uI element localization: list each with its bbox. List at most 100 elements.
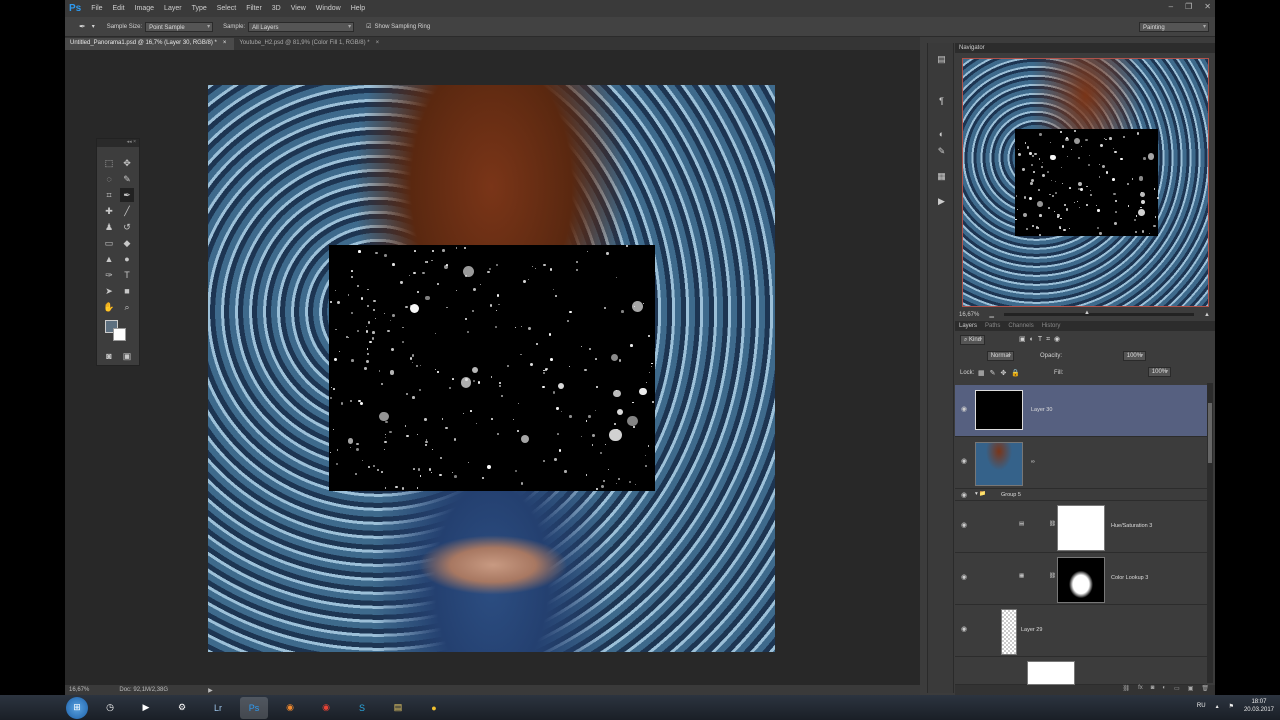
tab-channels[interactable]: Channels xyxy=(1008,323,1033,329)
taskbar-explorer-icon[interactable]: ▤ xyxy=(384,697,412,719)
visibility-eye-icon[interactable]: ◉ xyxy=(961,457,967,465)
actions-panel-icon[interactable]: ▶ xyxy=(935,195,948,208)
sample-select[interactable]: All Layers xyxy=(248,21,355,32)
navigator-thumbnail[interactable] xyxy=(962,58,1209,307)
menu-window[interactable]: Window xyxy=(316,5,341,12)
blend-mode-select[interactable]: Normal xyxy=(986,351,1015,361)
visibility-eye-icon[interactable]: ◉ xyxy=(961,573,967,581)
zoom-readout[interactable]: 16,67% xyxy=(69,687,89,693)
tray-arrow-icon[interactable]: ▴ xyxy=(1216,703,1219,710)
crop-tool-icon[interactable]: ⌗ xyxy=(102,188,116,202)
adjustments-panel-icon[interactable]: ◐ xyxy=(935,128,948,141)
group-expand-icon[interactable]: ▾ 📁 xyxy=(975,491,986,497)
scrollbar-thumb[interactable] xyxy=(1208,403,1212,463)
restore-icon[interactable]: ❐ xyxy=(1185,2,1192,11)
filter-kind-select[interactable]: ⌕ Kind xyxy=(960,335,986,345)
tab-panorama[interactable]: Untitled_Panorama1.psd @ 16,7% (Layer 30… xyxy=(65,38,235,50)
eraser-tool-icon[interactable]: ▭ xyxy=(102,236,116,250)
visibility-eye-icon[interactable]: ◉ xyxy=(961,405,967,413)
quick-select-tool-icon[interactable]: ✎ xyxy=(120,172,134,186)
layer-row-hue-saturation-3[interactable]: ◉ ▤ ⛓ Hue/Saturation 3 xyxy=(955,501,1207,553)
tab-close-icon[interactable]: × xyxy=(376,40,380,48)
menu-layer[interactable]: Layer xyxy=(164,5,182,12)
menu-edit[interactable]: Edit xyxy=(113,5,125,12)
menu-3d[interactable]: 3D xyxy=(272,5,281,12)
navigator-zoom-value[interactable]: 16,67% xyxy=(959,312,979,318)
tab-youtube[interactable]: Youtube_H2.psd @ 81,9% (Color Fill 1, RG… xyxy=(234,38,387,50)
document-canvas[interactable] xyxy=(208,85,775,652)
layer-row-partial[interactable] xyxy=(955,657,1207,685)
background-color-swatch[interactable] xyxy=(113,328,126,341)
rectangle-tool-icon[interactable]: ■ xyxy=(120,284,134,298)
clone-stamp-tool-icon[interactable]: ♟ xyxy=(102,220,116,234)
opacity-input[interactable]: 100% xyxy=(1122,351,1147,361)
zoom-tool-icon[interactable]: ⌕ xyxy=(120,300,134,314)
start-button[interactable]: ⊞ xyxy=(66,696,88,719)
layer-style-icon[interactable]: fx xyxy=(1138,685,1143,695)
marquee-tool-icon[interactable]: ⬚ xyxy=(102,156,116,170)
add-mask-icon[interactable]: ◙ xyxy=(1151,685,1155,695)
zoom-out-icon[interactable]: ▁ xyxy=(989,311,994,318)
mask-link-icon[interactable]: ⛓ xyxy=(1049,573,1056,579)
menu-image[interactable]: Image xyxy=(135,5,154,12)
taskbar-firefox-icon[interactable]: ◉ xyxy=(276,697,304,719)
eyedropper-tool-icon[interactable]: ✒ xyxy=(79,22,86,31)
layer-row-group-5[interactable]: ◉ ▾ 📁 Group 5 xyxy=(955,489,1207,501)
menu-view[interactable]: View xyxy=(291,5,306,12)
layer-row-merged[interactable]: ◉ ∞ xyxy=(955,437,1207,489)
tab-close-icon[interactable]: × xyxy=(223,40,227,48)
eyedropper-tool-icon[interactable]: ✒ xyxy=(120,188,134,202)
menu-filter[interactable]: Filter xyxy=(246,5,262,12)
language-indicator[interactable]: RU xyxy=(1197,703,1206,709)
tab-layers[interactable]: Layers xyxy=(959,323,977,329)
path-select-tool-icon[interactable]: ➤ xyxy=(102,284,116,298)
navigator-title[interactable]: Navigator xyxy=(959,45,985,51)
taskbar-clock-app-icon[interactable]: ◷ xyxy=(96,697,124,719)
paint-bucket-tool-icon[interactable]: ◆ xyxy=(120,236,134,250)
layer-row-layer-30[interactable]: ◉ Layer 30 xyxy=(955,385,1207,437)
brush-panel-icon[interactable]: ✎ xyxy=(935,145,948,158)
move-tool-icon[interactable]: ✥ xyxy=(120,156,134,170)
blur-tool-icon[interactable]: ▲ xyxy=(102,252,116,266)
lasso-tool-icon[interactable]: ◌ xyxy=(102,172,116,186)
tab-paths[interactable]: Paths xyxy=(985,323,1000,329)
pen-tool-icon[interactable]: ✑ xyxy=(102,268,116,282)
layer-row-color-lookup-3[interactable]: ◉ ▦ ⛓ Color Lookup 3 xyxy=(955,553,1207,605)
taskbar-lightroom-icon[interactable]: Lr xyxy=(204,697,232,719)
navigator-zoom-slider[interactable]: ▲ xyxy=(1003,310,1194,316)
menu-file[interactable]: File xyxy=(91,5,102,12)
dodge-tool-icon[interactable]: ● xyxy=(120,252,134,266)
menu-help[interactable]: Help xyxy=(351,5,365,12)
minimize-icon[interactable]: – xyxy=(1169,2,1173,11)
tray-flag-icon[interactable]: ⚑ xyxy=(1229,703,1234,710)
sample-size-select[interactable]: Point Sample xyxy=(145,21,214,32)
new-layer-icon[interactable]: ▣ xyxy=(1188,685,1194,695)
visibility-eye-icon[interactable]: ◉ xyxy=(961,521,967,529)
delete-layer-icon[interactable]: 🗑 xyxy=(1201,685,1209,695)
tool-preset-dropdown-icon[interactable]: ▾ xyxy=(92,23,95,30)
zoom-in-icon[interactable]: ▲ xyxy=(1204,312,1210,318)
type-tool-icon[interactable]: T xyxy=(120,268,134,282)
taskbar-media-app-icon[interactable]: ▶ xyxy=(132,697,160,719)
show-sampling-ring-checkbox[interactable]: ☑ xyxy=(366,23,371,30)
healing-brush-tool-icon[interactable]: ✚ xyxy=(102,204,116,218)
taskbar-network-app-icon[interactable]: ⚙ xyxy=(168,697,196,719)
taskbar-app-icon[interactable]: ● xyxy=(420,697,448,719)
taskbar-photoshop-icon[interactable]: Ps xyxy=(240,696,268,719)
swatches-panel-icon[interactable]: ▦ xyxy=(935,170,948,183)
fill-input[interactable]: 100% xyxy=(1147,367,1172,377)
workspace-select[interactable]: Painting xyxy=(1139,21,1209,32)
layers-scrollbar[interactable] xyxy=(1207,383,1213,683)
new-adjustment-icon[interactable]: ◐ xyxy=(1162,685,1166,695)
mask-link-icon[interactable]: ⛓ xyxy=(1049,521,1056,527)
screen-mode-icon[interactable]: ▣ xyxy=(120,349,134,363)
menu-type[interactable]: Type xyxy=(192,5,207,12)
history-panel-icon[interactable]: ▤ xyxy=(935,53,948,66)
taskbar-chrome-icon[interactable]: ◉ xyxy=(312,697,340,719)
layer-mask-thumbnail[interactable] xyxy=(1057,557,1105,603)
history-brush-tool-icon[interactable]: ↺ xyxy=(120,220,134,234)
visibility-eye-icon[interactable]: ◉ xyxy=(961,491,967,499)
taskbar-skype-icon[interactable]: S xyxy=(348,697,376,719)
filter-icons[interactable]: ▣◐T⌗◉ xyxy=(1019,335,1064,344)
clock[interactable]: 18:07 20.03.2017 xyxy=(1244,698,1274,714)
